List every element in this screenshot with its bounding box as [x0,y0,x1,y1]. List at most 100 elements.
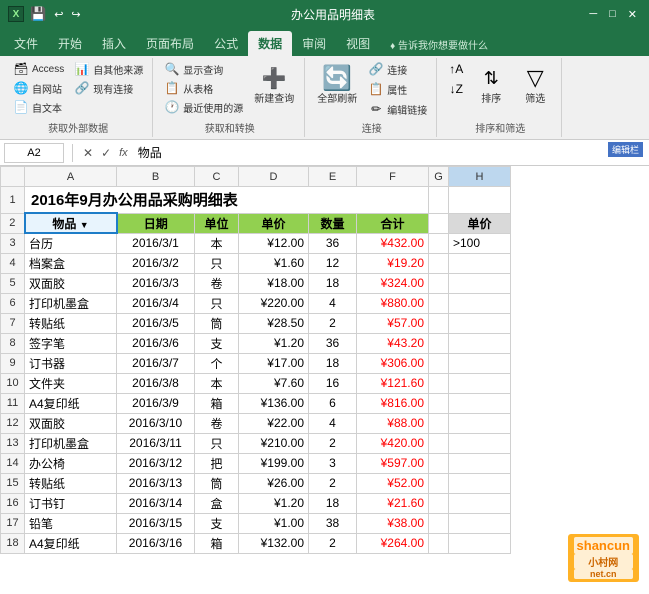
cell-c2[interactable]: 单位 [195,213,239,233]
cell-h16[interactable] [449,493,511,513]
cell-h3[interactable]: >100 [449,233,511,253]
cell-b5[interactable]: 2016/3/3 [117,273,195,293]
cell-a17[interactable]: 铅笔 [25,513,117,533]
cell-e8[interactable]: 36 [309,333,357,353]
cell-h5[interactable] [449,273,511,293]
cell-c3[interactable]: 本 [195,233,239,253]
cell-e11[interactable]: 6 [309,393,357,413]
cell-g3[interactable] [429,233,449,253]
tab-file[interactable]: 文件 [4,31,48,56]
cell-d16[interactable]: ¥1.20 [239,493,309,513]
cell-d10[interactable]: ¥7.60 [239,373,309,393]
cell-c17[interactable]: 支 [195,513,239,533]
close-button[interactable]: ✕ [624,8,641,21]
cell-a3[interactable]: 台历 [25,233,117,253]
row-header-14[interactable]: 14 [1,453,25,473]
cell-b12[interactable]: 2016/3/10 [117,413,195,433]
cell-e9[interactable]: 18 [309,353,357,373]
cell-d2[interactable]: 单价 [239,213,309,233]
cell-d11[interactable]: ¥136.00 [239,393,309,413]
cell-c7[interactable]: 筒 [195,313,239,333]
cell-f6[interactable]: ¥880.00 [357,293,429,313]
cell-h2[interactable]: 单价 [449,213,511,233]
cell-g2[interactable] [429,213,449,233]
cell-f16[interactable]: ¥21.60 [357,493,429,513]
show-query-button[interactable]: 🔍 显示查询 [161,60,246,78]
cell-f5[interactable]: ¥324.00 [357,273,429,293]
cell-g12[interactable] [429,413,449,433]
row-header-8[interactable]: 8 [1,333,25,353]
col-header-c[interactable]: C [195,167,239,187]
cell-e3[interactable]: 36 [309,233,357,253]
row-header-15[interactable]: 15 [1,473,25,493]
cell-g11[interactable] [429,393,449,413]
edit-links-button[interactable]: ✏ 编辑链接 [365,100,430,118]
cell-e6[interactable]: 4 [309,293,357,313]
cell-d17[interactable]: ¥1.00 [239,513,309,533]
row-header-9[interactable]: 9 [1,353,25,373]
cell-c8[interactable]: 支 [195,333,239,353]
formula-input[interactable] [134,146,645,160]
cell-d18[interactable]: ¥132.00 [239,533,309,553]
minimize-button[interactable]: ─ [585,8,601,21]
cell-e7[interactable]: 2 [309,313,357,333]
col-header-d[interactable]: D [239,167,309,187]
row-header-3[interactable]: 3 [1,233,25,253]
cell-h12[interactable] [449,413,511,433]
cell-a8[interactable]: 签字笔 [25,333,117,353]
cell-c11[interactable]: 箱 [195,393,239,413]
cell-b10[interactable]: 2016/3/8 [117,373,195,393]
cell-d4[interactable]: ¥1.60 [239,253,309,273]
row-header-2[interactable]: 2 [1,213,25,233]
cell-e13[interactable]: 2 [309,433,357,453]
cell-g18[interactable] [429,533,449,553]
cell-e14[interactable]: 3 [309,453,357,473]
text-button[interactable]: 📄 自文本 [10,98,67,116]
window-controls[interactable]: ─ □ ✕ [585,8,641,21]
cell-c15[interactable]: 筒 [195,473,239,493]
other-sources-button[interactable]: 📊 自其他来源 [71,60,146,78]
sort-desc-button[interactable]: ↓Z [445,80,467,98]
cell-b6[interactable]: 2016/3/4 [117,293,195,313]
cell-g4[interactable] [429,253,449,273]
cell-h15[interactable] [449,473,511,493]
cell-a13[interactable]: 打印机墨盒 [25,433,117,453]
cell-g14[interactable] [429,453,449,473]
insert-function-button[interactable]: fx [117,147,130,159]
cell-g15[interactable] [429,473,449,493]
recent-sources-button[interactable]: 🕐 最近使用的源 [161,98,246,116]
cell-f11[interactable]: ¥816.00 [357,393,429,413]
tab-insert[interactable]: 插入 [92,31,136,56]
cell-h1[interactable] [449,187,511,214]
cell-a16[interactable]: 订书钉 [25,493,117,513]
cell-h7[interactable] [449,313,511,333]
cell-h18[interactable] [449,533,511,553]
cell-a5[interactable]: 双面胶 [25,273,117,293]
cell-b8[interactable]: 2016/3/6 [117,333,195,353]
cell-a12[interactable]: 双面胶 [25,413,117,433]
cell-c10[interactable]: 本 [195,373,239,393]
cancel-formula-button[interactable]: ✕ [81,146,95,160]
cell-h14[interactable] [449,453,511,473]
cell-a14[interactable]: 办公椅 [25,453,117,473]
col-header-f[interactable]: F [357,167,429,187]
cell-a10[interactable]: 文件夹 [25,373,117,393]
cell-h10[interactable] [449,373,511,393]
cell-g16[interactable] [429,493,449,513]
undo-icon[interactable]: ↩ [54,8,63,21]
cell-f12[interactable]: ¥88.00 [357,413,429,433]
cell-d12[interactable]: ¥22.00 [239,413,309,433]
tab-help[interactable]: ♦ 告诉我你想要做什么 [380,33,498,56]
cell-d14[interactable]: ¥199.00 [239,453,309,473]
cell-b4[interactable]: 2016/3/2 [117,253,195,273]
cell-e18[interactable]: 2 [309,533,357,553]
cell-f4[interactable]: ¥19.20 [357,253,429,273]
tab-view[interactable]: 视图 [336,31,380,56]
cell-h17[interactable] [449,513,511,533]
cell-f9[interactable]: ¥306.00 [357,353,429,373]
cell-g17[interactable] [429,513,449,533]
cell-d3[interactable]: ¥12.00 [239,233,309,253]
cell-h4[interactable] [449,253,511,273]
cell-f15[interactable]: ¥52.00 [357,473,429,493]
cell-a7[interactable]: 转贴纸 [25,313,117,333]
